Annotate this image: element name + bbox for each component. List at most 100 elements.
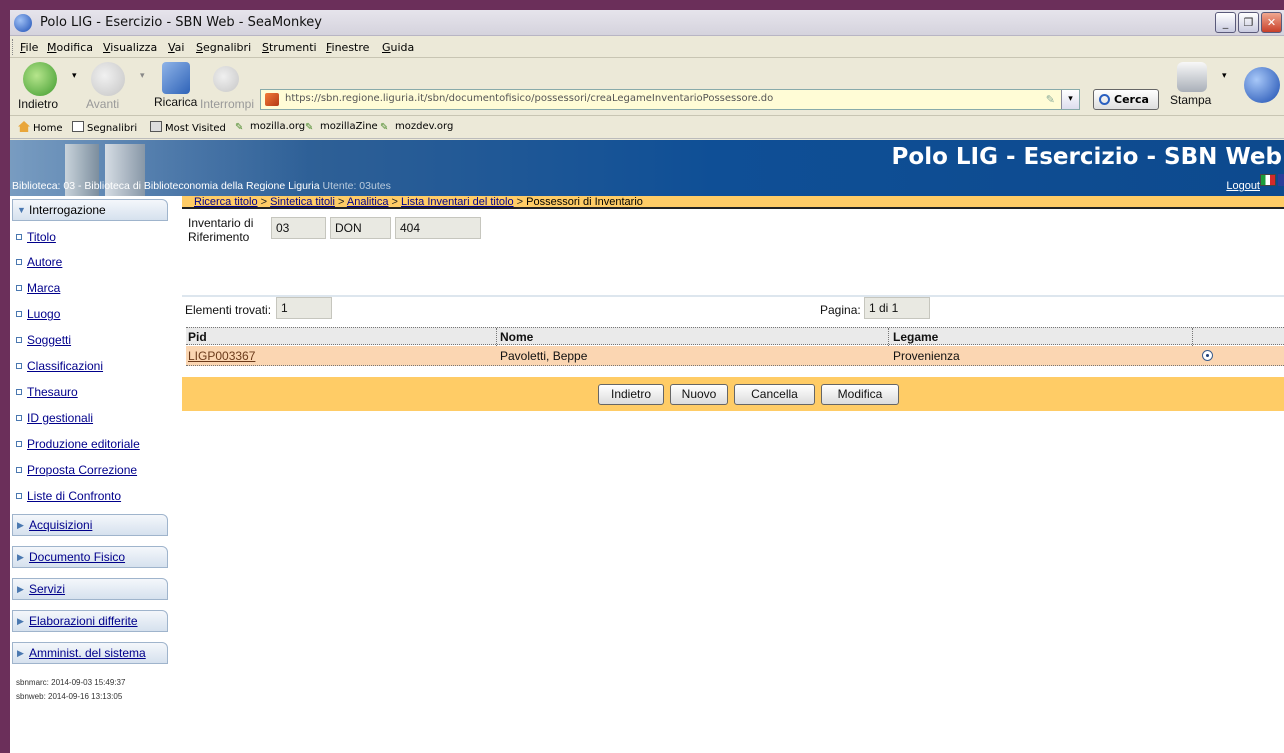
sidebar-section-documento-fisico[interactable]: ▶ Documento Fisico (12, 546, 168, 568)
stop-icon (213, 66, 239, 92)
bookmark-home-label: Home (33, 123, 63, 134)
menu-visualizza[interactable]: Visualizza (103, 41, 157, 54)
column-header-legame: Legame (893, 330, 939, 344)
collapsed-triangle-icon: ▶ (17, 552, 24, 562)
bullet-icon (16, 259, 22, 265)
url-text: https://sbn.regione.liguria.it/sbn/docum… (285, 93, 774, 104)
sidebar-section-elaborazioni-differite[interactable]: ▶ Elaborazioni differite (12, 610, 168, 632)
english-flag-icon[interactable] (1278, 174, 1284, 186)
sidebar-section-acquisizioni[interactable]: ▶ Acquisizioni (12, 514, 168, 536)
menu-vai[interactable]: Vai (168, 41, 184, 54)
inventario-numero-field: 404 (395, 217, 481, 239)
inventario-biblioteca-field: 03 (271, 217, 326, 239)
sidebar-item-label: Autore (27, 255, 63, 269)
logout-link[interactable]: Logout (1226, 180, 1260, 192)
bookmark-most-visited[interactable]: Most Visited (150, 121, 226, 134)
sidebar-section-amminist-del-sistema[interactable]: ▶ Amminist. del sistema (12, 642, 168, 664)
menu-finestre[interactable]: Finestre (326, 41, 369, 54)
seamonkey-icon (14, 14, 32, 32)
sidebar: ▼ Interrogazione Titolo Autore Marca Luo… (10, 196, 182, 753)
sidebar-item-classificazioni[interactable]: Classificazioni (16, 359, 103, 373)
sidebar-item-produzione-editoriale[interactable]: Produzione editoriale (16, 437, 140, 451)
found-value: 1 (276, 297, 332, 319)
forward-button[interactable]: Avanti (86, 62, 130, 111)
menu-modifica[interactable]: Modifica (47, 41, 93, 54)
menu-file[interactable]: File (20, 41, 38, 54)
breadcrumb: Ricerca titolo > Sintetica titoli > Anal… (182, 196, 1284, 209)
url-bar[interactable]: https://sbn.regione.liguria.it/sbn/docum… (260, 89, 1080, 110)
pid-link[interactable]: LIGP003367 (188, 349, 255, 363)
row-select-radio[interactable] (1202, 350, 1213, 361)
site-identity-icon (265, 93, 279, 106)
cancella-button[interactable]: Cancella (734, 384, 815, 405)
indietro-button[interactable]: Indietro (598, 384, 664, 405)
collapsed-triangle-icon: ▶ (17, 648, 24, 658)
nome-cell: Pavoletti, Beppe (500, 349, 588, 363)
search-label: Cerca (1114, 93, 1149, 106)
search-button[interactable]: Cerca (1093, 89, 1159, 110)
forward-label: Avanti (86, 97, 120, 111)
title-bar: Polo LIG - Esercizio - SBN Web - SeaMonk… (10, 10, 1284, 36)
sidebar-item-label: Soggetti (27, 333, 72, 347)
bookmark-mozdev-org[interactable]: ✎ mozdev.org (380, 121, 453, 133)
back-button[interactable]: Indietro (18, 62, 62, 111)
page-value: 1 di 1 (864, 297, 930, 319)
table-row[interactable]: LIGP003367 Pavoletti, Beppe Provenienza (186, 346, 1284, 366)
breadcrumb-analitica[interactable]: Analitica (347, 196, 389, 208)
collapsed-triangle-icon: ▶ (17, 584, 24, 594)
search-icon (1099, 94, 1110, 105)
bookmark-segnalibri[interactable]: Segnalibri (72, 121, 137, 134)
breadcrumb-separator: > (338, 196, 345, 208)
sidebar-item-proposta-correzione[interactable]: Proposta Correzione (16, 463, 137, 477)
print-dropdown-icon[interactable]: ▾ (1222, 71, 1227, 81)
back-dropdown-icon[interactable]: ▾ (72, 71, 77, 81)
url-dropdown-icon[interactable]: ▾ (1061, 90, 1079, 109)
sidebar-item-label: Titolo (27, 230, 56, 244)
bookmark-mozilla-org[interactable]: ✎ mozilla.org (235, 121, 305, 133)
menu-guida[interactable]: Guida (382, 41, 414, 54)
toolbar-grip[interactable] (12, 39, 15, 55)
breadcrumb-current: Possessori di Inventario (526, 196, 643, 208)
sidebar-section-servizi[interactable]: ▶ Servizi (12, 578, 168, 600)
sidebar-item-id-gestionali[interactable]: ID gestionali (16, 411, 93, 425)
bookmark-most-visited-label: Most Visited (165, 123, 226, 134)
sidebar-section-label: Servizi (29, 582, 66, 596)
sidebar-item-label: Classificazioni (27, 359, 104, 373)
page-content: Polo LIG - Esercizio - SBN Web Bibliotec… (10, 140, 1284, 753)
menu-strumenti[interactable]: Strumenti (262, 41, 317, 54)
close-button[interactable]: ✕ (1261, 12, 1282, 33)
restore-button[interactable]: ❐ (1238, 12, 1259, 33)
italian-flag-icon[interactable] (1260, 174, 1276, 186)
column-divider (1192, 328, 1193, 346)
breadcrumb-ricerca-titolo[interactable]: Ricerca titolo (194, 196, 258, 208)
sidebar-item-luogo[interactable]: Luogo (16, 307, 60, 321)
stop-button[interactable]: Interrompi (200, 62, 254, 111)
print-button[interactable]: Stampa (1170, 62, 1214, 107)
sidebar-item-marca[interactable]: Marca (16, 281, 60, 295)
menu-segnalibri[interactable]: Segnalibri (196, 41, 251, 54)
sidebar-item-thesauro[interactable]: Thesauro (16, 385, 78, 399)
sidebar-item-soggetti[interactable]: Soggetti (16, 333, 71, 347)
action-bar: Indietro Nuovo Cancella Modifica (182, 377, 1284, 411)
reload-button[interactable]: Ricarica (154, 62, 198, 109)
bullet-icon (16, 493, 22, 499)
modifica-button[interactable]: Modifica (821, 384, 899, 405)
bookmark-home[interactable]: Home (18, 121, 63, 134)
forward-dropdown-icon[interactable]: ▾ (140, 71, 145, 81)
bookmarks-toolbar: Home Segnalibri Most Visited ✎ mozilla.or… (10, 117, 1284, 139)
window-title: Polo LIG - Esercizio - SBN Web - SeaMonk… (40, 15, 322, 30)
collapsed-triangle-icon: ▶ (17, 520, 24, 530)
bookmark-mozillazine[interactable]: ✎ mozillaZine (305, 121, 378, 133)
sidebar-item-autore[interactable]: Autore (16, 255, 62, 269)
breadcrumb-lista-inventari[interactable]: Lista Inventari del titolo (401, 196, 514, 208)
sidebar-item-label: Luogo (27, 307, 61, 321)
sidebar-section-label: Acquisizioni (29, 518, 93, 532)
column-divider (888, 328, 889, 346)
page-label: Pagina: (820, 303, 861, 317)
sidebar-item-liste-di-confronto[interactable]: Liste di Confronto (16, 489, 121, 503)
minimize-button[interactable]: _ (1215, 12, 1236, 33)
sidebar-section-interrogazione[interactable]: ▼ Interrogazione (12, 199, 168, 221)
breadcrumb-sintetica-titoli[interactable]: Sintetica titoli (270, 196, 335, 208)
sidebar-item-titolo[interactable]: Titolo (16, 230, 56, 244)
nuovo-button[interactable]: Nuovo (670, 384, 728, 405)
